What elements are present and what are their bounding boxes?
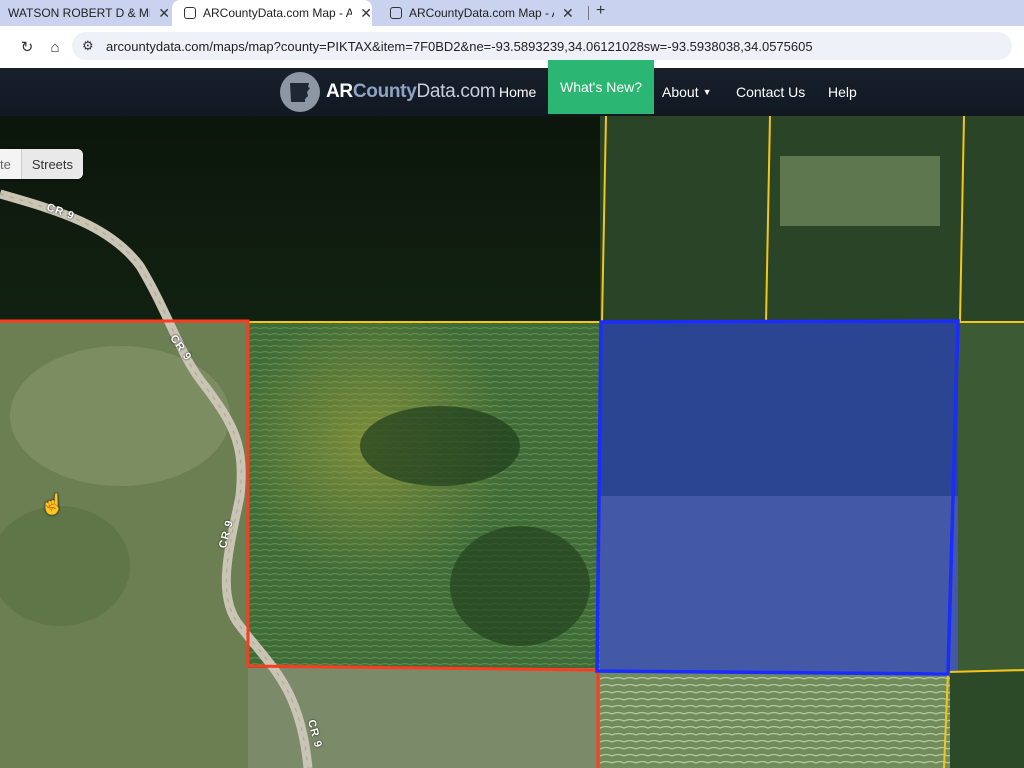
- tab-separator: [588, 6, 589, 20]
- browser-tab-strip: WATSON ROBERT D & MELISSA ✕ ARCountyData…: [0, 0, 1024, 26]
- browser-tab-active[interactable]: ARCountyData.com Map - ARCo ✕: [172, 0, 372, 26]
- tab-title: ARCountyData.com Map - ARC: [409, 6, 554, 20]
- reload-icon[interactable]: ↻: [18, 38, 36, 56]
- nav-whats-new[interactable]: What's New?: [548, 60, 655, 114]
- url-text: arcountydata.com/maps/map?county=PIKTAX&…: [106, 38, 813, 54]
- favicon-icon: [184, 7, 196, 19]
- caret-down-icon: ▼: [702, 87, 712, 97]
- hand-cursor-icon: ☝: [40, 494, 65, 516]
- parcel-map[interactable]: te Streets CR 9 CR 9 CR 9 CR 9 ☝: [0, 116, 1024, 768]
- browser-tab[interactable]: WATSON ROBERT D & MELISSA ✕: [8, 0, 170, 26]
- nav-contact[interactable]: Contact Us: [736, 68, 805, 116]
- nav-help[interactable]: Help: [828, 68, 857, 116]
- brand-wordmark: ARCountyData.com: [326, 81, 496, 102]
- streets-layer-button[interactable]: Streets: [21, 149, 84, 179]
- site-brand[interactable]: ARCountyData.com: [280, 72, 496, 112]
- site-navbar: ARCountyData.com Home What's New? About …: [0, 60, 1024, 116]
- nav-about[interactable]: About ▼: [662, 68, 712, 116]
- nav-home[interactable]: Home: [499, 68, 536, 116]
- satellite-layer-button[interactable]: te: [0, 149, 22, 179]
- tab-title: ARCountyData.com Map - ARCo: [203, 6, 353, 20]
- new-tab-icon[interactable]: +: [596, 2, 605, 20]
- basemap-toggle: te Streets: [0, 149, 84, 179]
- browser-tab[interactable]: ARCountyData.com Map - ARC ✕: [382, 0, 582, 26]
- satellite-imagery: [0, 116, 1024, 768]
- favicon-icon: [390, 7, 402, 19]
- tab-title: WATSON ROBERT D & MELISSA: [8, 6, 150, 20]
- home-icon[interactable]: ⌂: [46, 39, 64, 56]
- arkansas-logo-icon: [280, 72, 320, 112]
- close-tab-icon[interactable]: ✕: [360, 5, 372, 22]
- site-info-icon[interactable]: ⚙: [82, 38, 98, 54]
- nav-about-label: About: [662, 84, 699, 100]
- browser-toolbar: ↻ ⌂ ⚙ arcountydata.com/maps/map?county=P…: [0, 26, 1024, 68]
- close-tab-icon[interactable]: ✕: [562, 5, 574, 22]
- close-tab-icon[interactable]: ✕: [158, 5, 170, 22]
- address-bar[interactable]: ⚙ arcountydata.com/maps/map?county=PIKTA…: [72, 32, 1012, 60]
